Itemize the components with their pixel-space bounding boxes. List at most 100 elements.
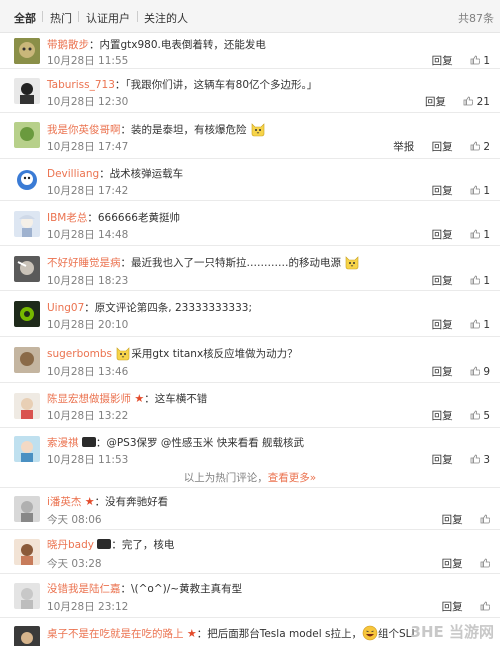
comment-username[interactable]: 没错我是陆仁嘉 <box>47 583 121 595</box>
comment-time: 10月28日 18:23 <box>47 275 129 287</box>
avatar[interactable] <box>14 38 40 64</box>
comment-item: sugerbombs 采用gtx titanx核反应堆做为动力？ 10月28日 … <box>0 337 500 383</box>
comment-text: ：装的是泰坦，有核爆危险 <box>120 124 247 136</box>
comment-actions: 回复 1 <box>418 273 490 288</box>
like-button[interactable]: 1 <box>470 55 490 67</box>
thumbs-up-icon <box>463 96 474 106</box>
comment-username[interactable]: Uing07 <box>47 302 84 314</box>
like-button[interactable]: 9 <box>470 366 490 378</box>
comment-time: 10月28日 13:46 <box>47 366 129 378</box>
comment-body: 没错我是陆仁嘉：\(^o^)/~黄教主真有型 <box>47 581 242 596</box>
comment-username[interactable]: IBM老总 <box>47 212 87 224</box>
like-button[interactable]: 1 <box>470 319 490 331</box>
comment-actions: 回复 <box>428 599 490 614</box>
avatar[interactable] <box>14 436 40 462</box>
avatar[interactable] <box>14 347 40 373</box>
like-button[interactable]: 2 <box>470 141 490 153</box>
avatar[interactable] <box>14 301 40 327</box>
avatar[interactable] <box>14 167 40 193</box>
comment-username[interactable]: 我是你英俊哥啊 <box>47 124 121 136</box>
reply-button[interactable]: 回复 <box>442 599 463 614</box>
avatar-image <box>14 583 40 609</box>
vip-badge-icon <box>97 539 112 549</box>
like-button[interactable]: 3 <box>470 454 490 466</box>
tab-verified[interactable]: 认证用户 <box>86 10 130 26</box>
like-button[interactable]: 1 <box>470 275 490 287</box>
comment-username[interactable]: Devilliang <box>47 168 99 180</box>
avatar[interactable] <box>14 211 40 237</box>
comment-filter-bar: 全部 热门 认证用户 关注的人 共87条 <box>0 0 500 33</box>
comment-username[interactable]: i潘英杰 <box>47 496 81 508</box>
avatar-image <box>14 38 40 64</box>
comment-body: 晓丹bady ：完了，核电 <box>47 537 174 552</box>
comment-username[interactable]: 不好好睡觉是病 <box>47 257 121 269</box>
thumbs-up-icon <box>470 454 480 464</box>
like-count: 3 <box>483 454 490 466</box>
comment-body: 我是你英俊哥啊：装的是泰坦，有核爆危险 <box>47 121 266 137</box>
comment-username[interactable]: 晓丹bady <box>47 539 94 551</box>
comment-body: 桌子不是在吃就是在吃的路上 ★：把后面那台Tesla model s拉上， 组个S… <box>47 625 415 641</box>
reply-button[interactable]: 回复 <box>432 452 453 467</box>
avatar-image <box>14 539 40 565</box>
reply-button[interactable]: 回复 <box>432 273 453 288</box>
reply-button[interactable]: 回复 <box>432 317 453 332</box>
like-button[interactable] <box>480 601 490 613</box>
comment-text: ：内置gtx980.电表倒着转，还能发电 <box>89 39 266 51</box>
comment-text: ：把后面那台Tesla model s拉上， <box>196 628 362 640</box>
like-button[interactable]: 1 <box>470 229 490 241</box>
like-count: 9 <box>483 366 490 378</box>
report-button[interactable]: 举报 <box>393 139 414 154</box>
hot-comments-note: 以上为热门评论， <box>183 472 268 484</box>
avatar[interactable] <box>14 122 40 148</box>
comment-actions: 回复 1 <box>418 53 490 68</box>
reply-button[interactable]: 回复 <box>442 512 463 527</box>
reply-button[interactable]: 回复 <box>432 364 453 379</box>
reply-button[interactable]: 回复 <box>432 53 453 68</box>
reply-button[interactable]: 回复 <box>432 227 453 242</box>
comment-actions: 回复 <box>428 556 490 571</box>
like-button[interactable] <box>480 558 490 570</box>
avatar[interactable] <box>14 539 40 565</box>
comment-body: 陈显宏想做摄影师 ★：这车横不错 <box>47 391 207 406</box>
like-button[interactable]: 1 <box>470 185 490 197</box>
comment-item: Uing07：原文评论第四条, 23333333333; 10月28日 20:1… <box>0 291 500 337</box>
comment-username[interactable]: Taburiss_713 <box>47 79 115 91</box>
avatar[interactable] <box>14 393 40 419</box>
avatar[interactable] <box>14 583 40 609</box>
comment-body: i潘英杰 ★：没有奔驰好看 <box>47 494 168 509</box>
comment-username[interactable]: 索漫祺 <box>47 437 79 449</box>
thumbs-up-icon <box>470 410 480 420</box>
like-button[interactable] <box>480 514 490 526</box>
comment-username[interactable]: 带鹅散步 <box>47 39 89 51</box>
reply-button[interactable]: 回复 <box>425 94 446 109</box>
reply-button[interactable]: 回复 <box>432 183 453 198</box>
thumbs-up-icon <box>470 366 480 376</box>
comment-item: 陈显宏想做摄影师 ★：这车横不错 10月28日 13:22 回复 5 <box>0 383 500 428</box>
tab-following[interactable]: 关注的人 <box>144 10 188 26</box>
comment-username[interactable]: sugerbombs <box>47 348 112 360</box>
reply-button[interactable]: 回复 <box>432 139 453 154</box>
comment-time: 10月28日 12:30 <box>47 96 129 108</box>
like-button[interactable]: 5 <box>470 410 490 422</box>
avatar[interactable] <box>14 626 40 646</box>
reply-button[interactable]: 回复 <box>442 556 463 571</box>
cat-emoji-icon <box>251 123 265 137</box>
avatar[interactable] <box>14 78 40 104</box>
view-more-link[interactable]: 查看更多» <box>268 472 316 484</box>
comment-text: ：完了，核电 <box>111 539 175 551</box>
comment-actions: 回复 9 <box>418 364 490 379</box>
comment-time: 10月28日 17:47 <box>47 141 129 153</box>
comment-item: 带鹅散步：内置gtx980.电表倒着转，还能发电 10月28日 11:55 回复… <box>0 33 500 69</box>
comment-username[interactable]: 陈显宏想做摄影师 <box>47 393 131 405</box>
reply-button[interactable]: 回复 <box>432 408 453 423</box>
tab-all[interactable]: 全部 <box>14 10 36 26</box>
comment-username[interactable]: 桌子不是在吃就是在吃的路上 <box>47 628 184 640</box>
comment-actions: 回复 3 <box>418 452 490 467</box>
like-button[interactable]: 21 <box>463 96 490 108</box>
like-count: 1 <box>483 275 490 287</box>
comment-body: 不好好睡觉是病：最近我也入了一只特斯拉…………的移动电源 <box>47 254 360 270</box>
avatar[interactable] <box>14 256 40 282</box>
tab-hot[interactable]: 热门 <box>50 10 72 26</box>
avatar[interactable] <box>14 496 40 522</box>
tab-divider <box>137 11 138 22</box>
